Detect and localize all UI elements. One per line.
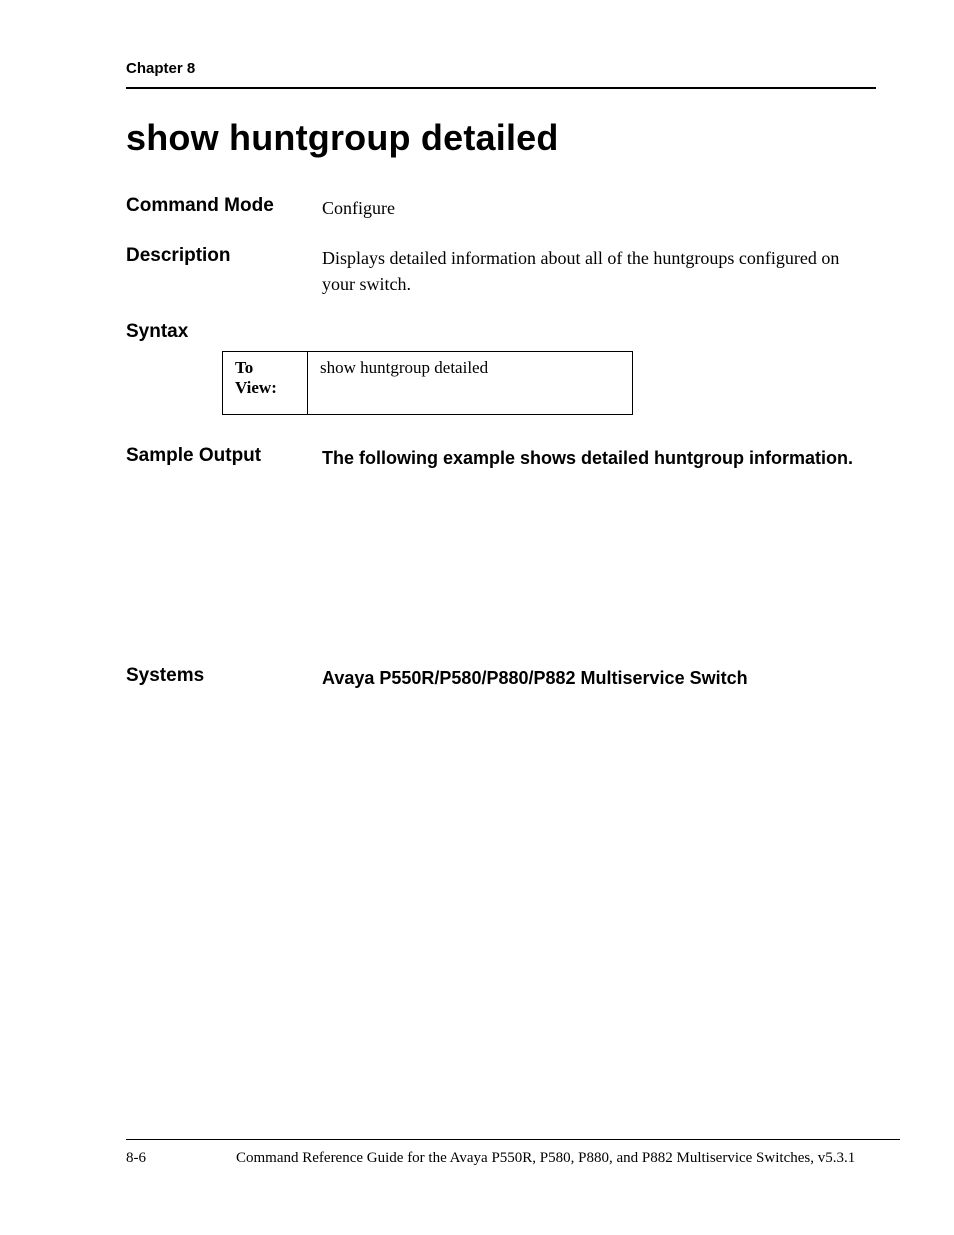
value-description: Displays detailed information about all …: [322, 245, 876, 297]
value-systems: Avaya P550R/P580/P880/P882 Multiservice …: [322, 665, 876, 691]
sample-output-gap: [126, 495, 876, 665]
row-command-mode: Command Mode Configure: [126, 195, 876, 221]
running-head: Chapter 8: [126, 60, 876, 77]
row-syntax: Syntax: [126, 321, 876, 343]
label-command-mode: Command Mode: [126, 195, 322, 217]
row-sample-output: Sample Output The following example show…: [126, 445, 876, 471]
label-systems: Systems: [126, 665, 322, 687]
label-syntax: Syntax: [126, 321, 322, 343]
row-systems: Systems Avaya P550R/P580/P880/P882 Multi…: [126, 665, 876, 691]
label-description: Description: [126, 245, 322, 267]
syntax-command: show huntgroup detailed: [308, 352, 633, 415]
footer-line: 8-6 Command Reference Guide for the Avay…: [126, 1150, 900, 1167]
syntax-row-label: To View:: [223, 352, 308, 415]
footer-rule: [126, 1139, 900, 1140]
value-sample-output: The following example shows detailed hun…: [322, 445, 876, 471]
footer: 8-6 Command Reference Guide for the Avay…: [126, 1139, 900, 1167]
syntax-table-row: To View: show huntgroup detailed: [223, 352, 633, 415]
row-description: Description Displays detailed informatio…: [126, 245, 876, 297]
footer-doc-title: Command Reference Guide for the Avaya P5…: [236, 1150, 900, 1167]
page-title: show huntgroup detailed: [126, 117, 876, 159]
header-rule: [126, 87, 876, 89]
label-sample-output: Sample Output: [126, 445, 322, 467]
value-command-mode: Configure: [322, 195, 876, 221]
page: Chapter 8 show huntgroup detailed Comman…: [0, 0, 954, 1235]
syntax-table: To View: show huntgroup detailed: [222, 351, 633, 415]
footer-page-number: 8-6: [126, 1150, 236, 1167]
